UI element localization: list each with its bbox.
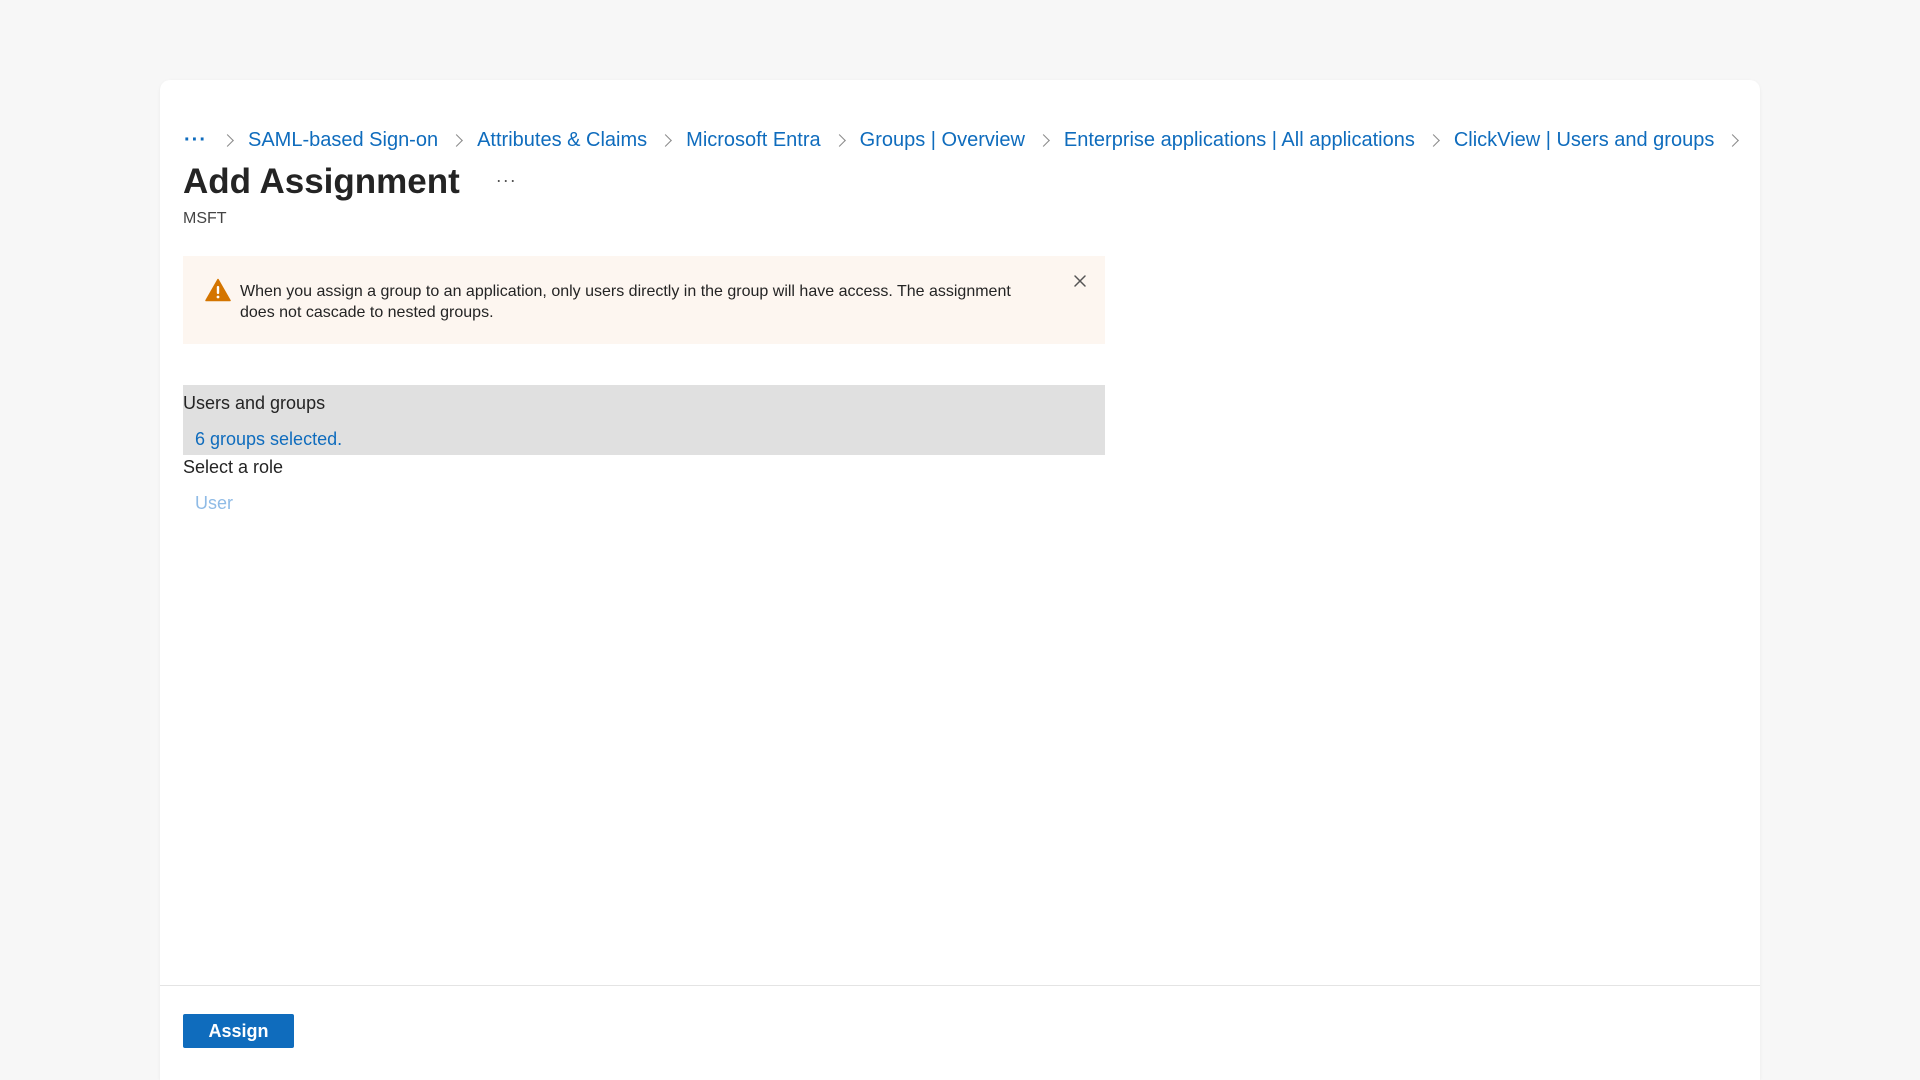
breadcrumb-saml-sign-on[interactable]: SAML-based Sign-on <box>248 129 438 152</box>
warning-message: When you assign a group to an applicatio… <box>240 283 1011 321</box>
role-value-link[interactable]: User <box>195 493 233 514</box>
chevron-right-icon <box>1426 133 1440 147</box>
chevron-right-icon <box>450 133 463 147</box>
chevron-right-icon <box>221 133 234 147</box>
groups-selected-link[interactable]: 6 groups selected. <box>195 429 342 450</box>
users-and-groups-row[interactable]: Users and groups 6 groups selected. <box>183 385 1105 455</box>
users-and-groups-label: Users and groups <box>183 393 326 413</box>
breadcrumb-attributes-claims[interactable]: Attributes & Claims <box>477 129 647 152</box>
more-options-button[interactable]: ··· <box>496 170 517 191</box>
chevron-right-icon <box>1726 133 1740 147</box>
add-assignment-panel: ··· SAML-based Sign-on Attributes & Clai… <box>160 80 1760 1080</box>
footer-divider <box>160 985 1760 986</box>
page-subtitle: MSFT <box>183 210 227 227</box>
breadcrumb-microsoft-entra[interactable]: Microsoft Entra <box>686 129 820 152</box>
assign-button[interactable]: Assign <box>183 1014 294 1048</box>
close-icon[interactable] <box>1069 270 1091 292</box>
title-row: Add Assignment ··· <box>183 162 517 202</box>
breadcrumb: ··· SAML-based Sign-on Attributes & Clai… <box>184 126 1753 154</box>
select-role-label: Select a role <box>183 457 284 477</box>
chevron-right-icon <box>832 133 846 147</box>
page-title: Add Assignment <box>183 162 460 201</box>
breadcrumb-enterprise-applications[interactable]: Enterprise applications | All applicatio… <box>1064 129 1415 152</box>
chevron-right-icon <box>659 133 673 147</box>
warning-banner: When you assign a group to an applicatio… <box>183 256 1105 344</box>
chevron-right-icon <box>1037 133 1050 147</box>
breadcrumb-clickview-users-groups[interactable]: ClickView | Users and groups <box>1454 129 1715 152</box>
warning-icon <box>205 278 231 302</box>
breadcrumb-more-button[interactable]: ··· <box>184 129 207 152</box>
breadcrumb-groups-overview[interactable]: Groups | Overview <box>860 129 1025 152</box>
